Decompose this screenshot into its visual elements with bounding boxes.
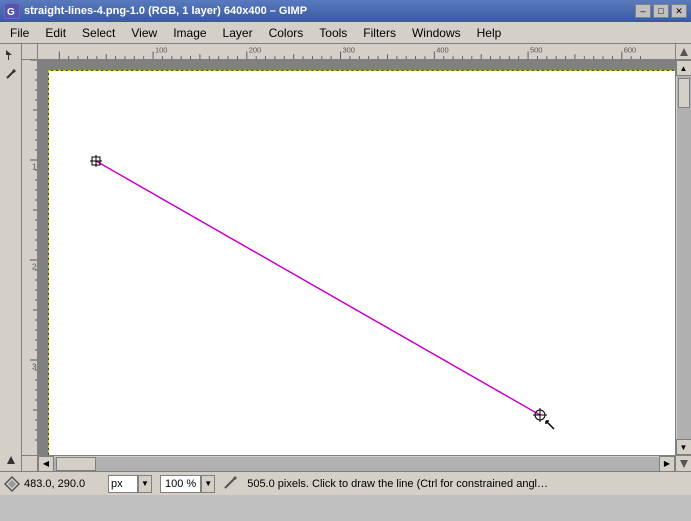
zoom-control[interactable]: 100 % ▼ bbox=[160, 475, 215, 493]
menu-item-layer[interactable]: Layer bbox=[215, 24, 261, 42]
menu-item-edit[interactable]: Edit bbox=[37, 24, 74, 42]
maximize-button[interactable]: □ bbox=[653, 4, 669, 18]
unit-control[interactable]: px ▼ bbox=[108, 475, 152, 493]
menu-item-filters[interactable]: Filters bbox=[355, 24, 404, 42]
nav-corner-tr[interactable] bbox=[675, 44, 691, 60]
menu-item-windows[interactable]: Windows bbox=[404, 24, 469, 42]
unit-dropdown[interactable]: px bbox=[108, 475, 138, 493]
scroll-left-button[interactable]: ◀ bbox=[38, 456, 54, 472]
vertical-scrollbar[interactable]: ▲ ▼ bbox=[675, 60, 691, 455]
main-area: 100200300400500600 100200300 bbox=[0, 44, 691, 471]
close-button[interactable]: ✕ bbox=[671, 4, 687, 18]
zoom-dropdown-arrow[interactable]: ▼ bbox=[201, 475, 215, 493]
h-scroll-track[interactable] bbox=[54, 457, 659, 471]
scroll-up-button[interactable]: ▲ bbox=[676, 60, 691, 76]
ruler-corner bbox=[22, 44, 38, 60]
app-icon: G bbox=[4, 3, 20, 19]
menu-item-image[interactable]: Image bbox=[165, 24, 214, 42]
title-bar-left: G straight-lines-4.png-1.0 (RGB, 1 layer… bbox=[4, 3, 307, 19]
scroll-indicator[interactable] bbox=[2, 451, 20, 469]
left-toolbar bbox=[0, 44, 22, 471]
navigate-icon[interactable] bbox=[4, 476, 20, 492]
window-title: straight-lines-4.png-1.0 (RGB, 1 layer) … bbox=[24, 5, 307, 17]
svg-text:100: 100 bbox=[155, 45, 168, 54]
top-ruler: 100 200 300 400 500 600 bbox=[38, 44, 675, 60]
nav-corner-bl bbox=[22, 455, 38, 471]
left-ruler: 100200300 bbox=[22, 60, 38, 455]
drawing-overlay bbox=[49, 71, 675, 455]
nav-corner-br[interactable] bbox=[675, 455, 691, 471]
v-scroll-thumb[interactable] bbox=[678, 78, 690, 108]
canvas-image bbox=[48, 70, 675, 455]
scroll-down-button[interactable]: ▼ bbox=[676, 439, 691, 455]
scroll-right-button[interactable]: ▶ bbox=[659, 456, 675, 472]
menu-item-colors[interactable]: Colors bbox=[261, 24, 312, 42]
h-scroll-thumb[interactable] bbox=[56, 457, 96, 471]
tool-arrow[interactable] bbox=[2, 46, 20, 64]
horizontal-scrollbar[interactable]: ◀ ▶ bbox=[38, 455, 675, 471]
v-scroll-track[interactable] bbox=[677, 76, 691, 439]
pencil-status-icon bbox=[223, 474, 239, 493]
menu-bar: FileEditSelectViewImageLayerColorsToolsF… bbox=[0, 22, 691, 44]
coordinates: 483.0, 290.0 bbox=[24, 478, 104, 490]
title-buttons: – □ ✕ bbox=[635, 4, 687, 18]
svg-text:400: 400 bbox=[436, 45, 449, 54]
menu-item-file[interactable]: File bbox=[2, 24, 37, 42]
svg-text:500: 500 bbox=[530, 45, 543, 54]
tool-pencil[interactable] bbox=[2, 65, 20, 83]
menu-item-select[interactable]: Select bbox=[74, 24, 123, 42]
unit-dropdown-arrow[interactable]: ▼ bbox=[138, 475, 152, 493]
svg-text:300: 300 bbox=[342, 45, 355, 54]
svg-text:200: 200 bbox=[249, 45, 262, 54]
menu-item-view[interactable]: View bbox=[123, 24, 165, 42]
status-message: 505.0 pixels. Click to draw the line (Ct… bbox=[243, 478, 687, 490]
menu-item-tools[interactable]: Tools bbox=[311, 24, 355, 42]
canvas[interactable] bbox=[38, 60, 675, 455]
status-bar: 483.0, 290.0 px ▼ 100 % ▼ 505.0 pixels. … bbox=[0, 471, 691, 495]
title-bar: G straight-lines-4.png-1.0 (RGB, 1 layer… bbox=[0, 0, 691, 22]
zoom-value: 100 % bbox=[160, 475, 201, 493]
canvas-container[interactable]: 100200300400500600 100200300 bbox=[22, 44, 691, 471]
minimize-button[interactable]: – bbox=[635, 4, 651, 18]
menu-item-help[interactable]: Help bbox=[469, 24, 510, 42]
svg-text:G: G bbox=[7, 7, 15, 18]
svg-text:600: 600 bbox=[624, 45, 637, 54]
